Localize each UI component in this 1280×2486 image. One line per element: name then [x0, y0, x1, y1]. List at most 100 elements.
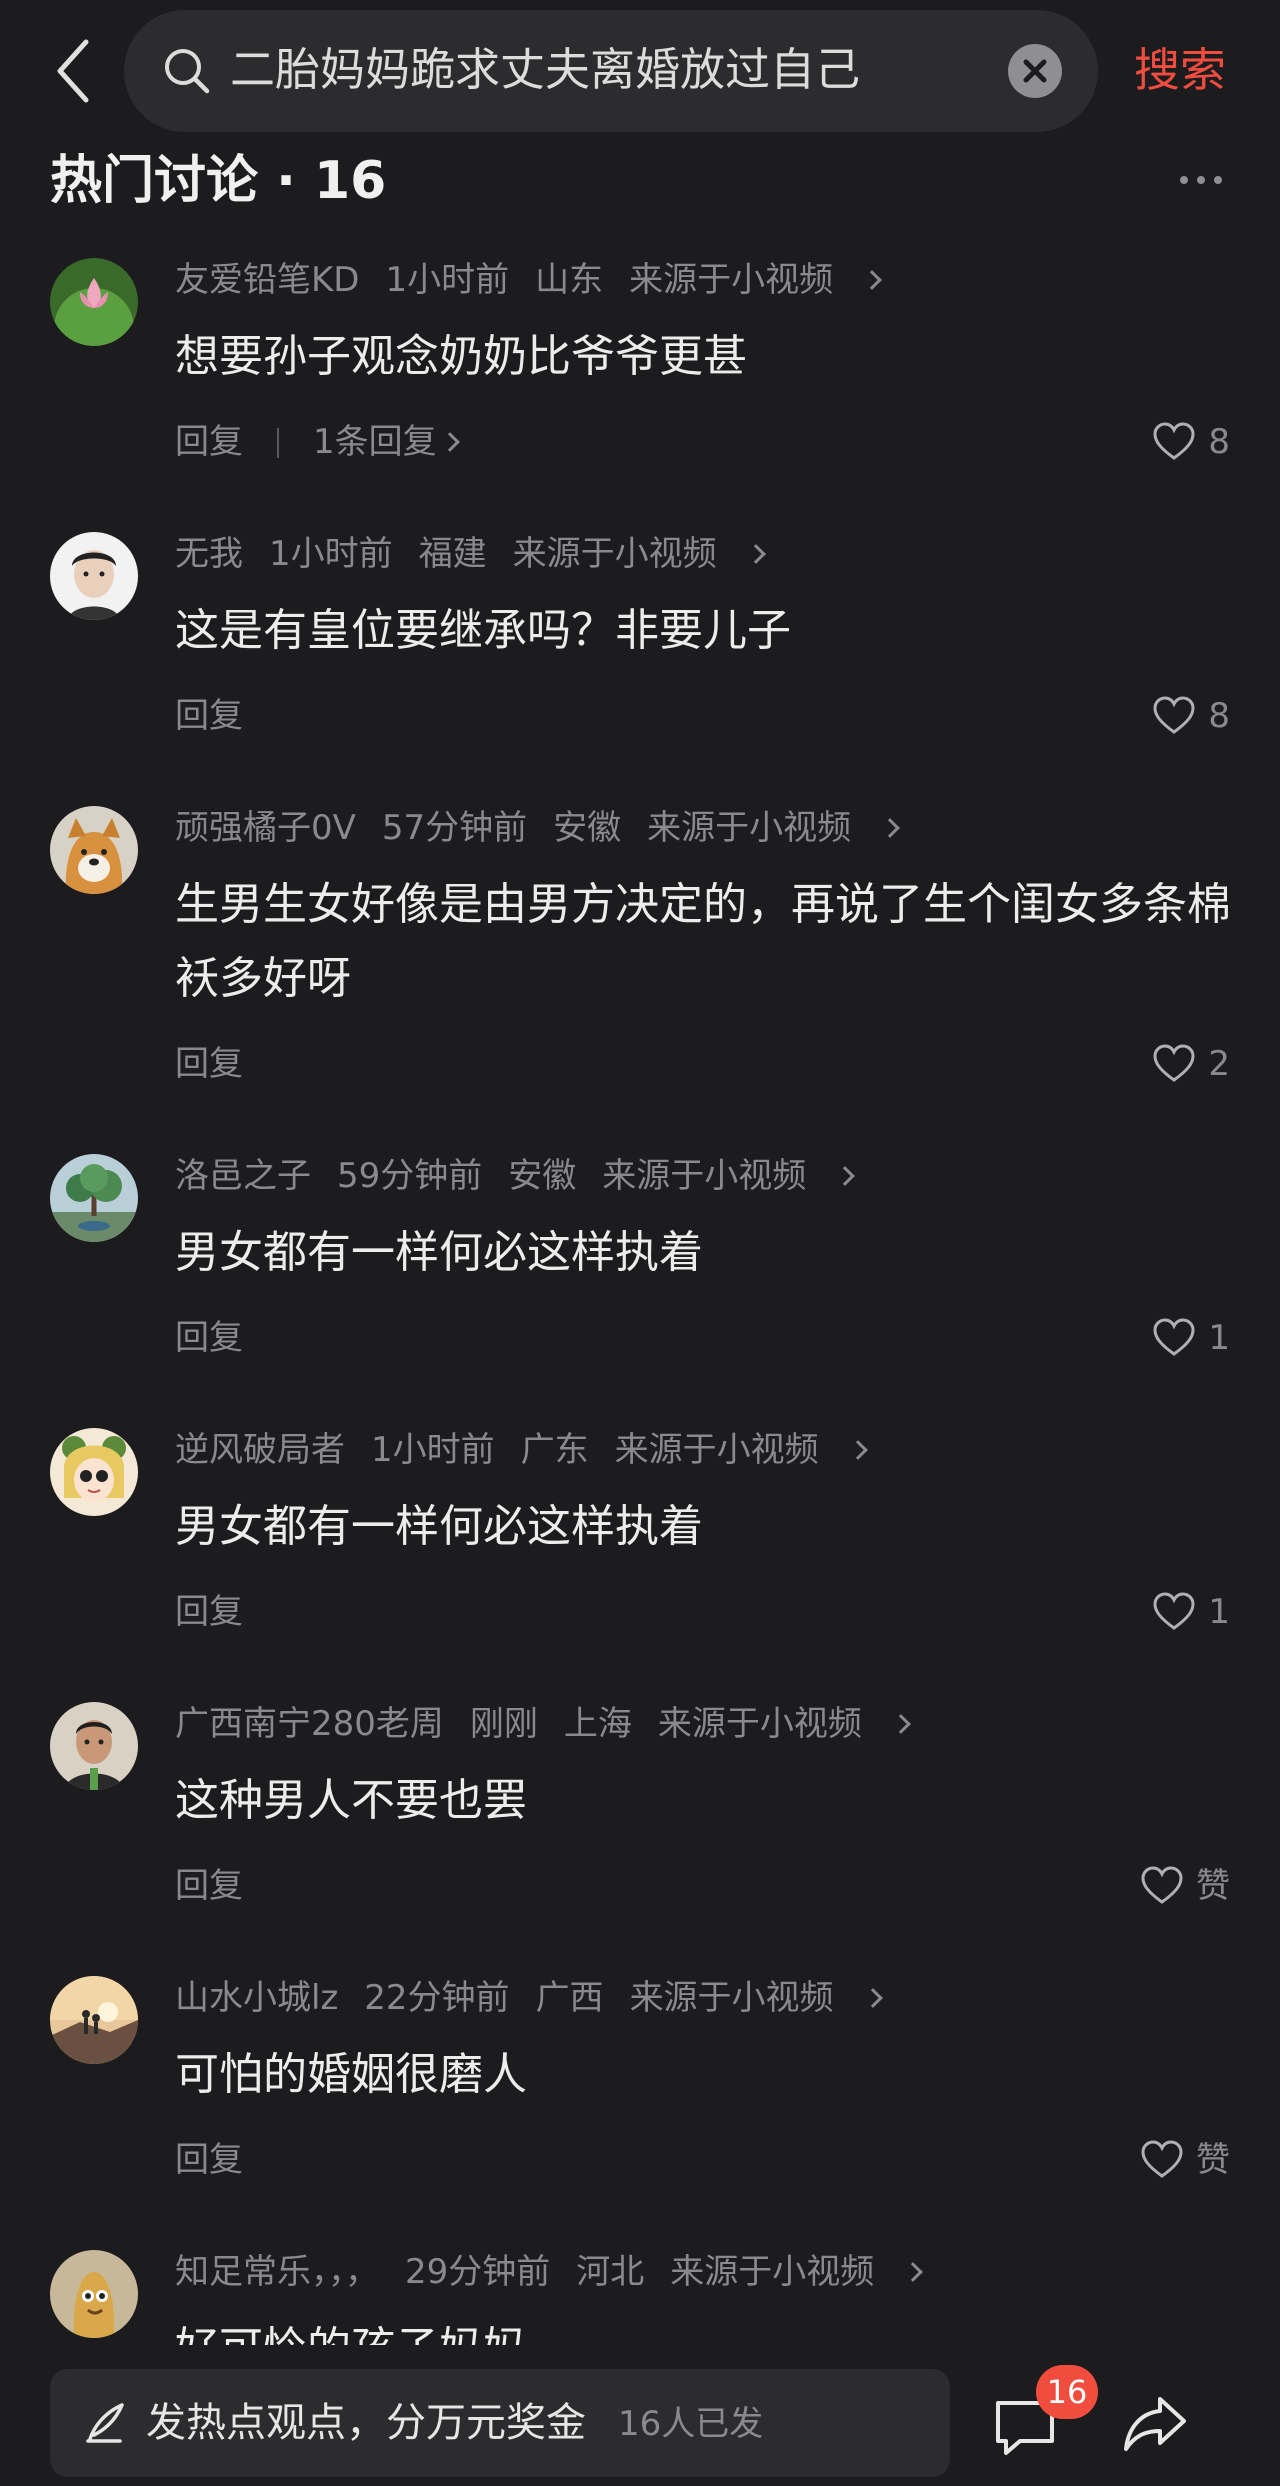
avatar[interactable] [50, 1154, 138, 1242]
divider [277, 428, 279, 458]
like-button[interactable]: 8 [1152, 418, 1230, 466]
comment-username[interactable]: 洛邑之子 [175, 1156, 311, 1196]
view-replies-link[interactable]: 1条回复 [313, 422, 460, 462]
avatar[interactable] [50, 258, 138, 346]
comment-text: 想要孙子观念奶奶比爷爷更甚 [175, 331, 747, 382]
comment-source-link[interactable]: 来源于小视频 [630, 1978, 883, 2018]
chevron-right-icon [835, 1166, 856, 1186]
comment-time: 1小时前 [385, 260, 510, 300]
like-count: 1 [1208, 1592, 1230, 1632]
comment-source-link[interactable]: 来源于小视频 [513, 534, 766, 574]
comment-location: 安徽 [508, 1156, 577, 1196]
comment-username[interactable]: 无我 [175, 534, 243, 574]
comment-time: 57分钟前 [381, 808, 528, 848]
comment-username[interactable]: 友爱铅笔KD [175, 260, 359, 300]
comment-item: 顽强橘子0V 57分钟前 安徽 来源于小视频 生男生女好像是由男方决定的，再说了生个闺… [0, 788, 1280, 1136]
comment-list: 友爱铅笔KD 1小时前 山东 来源于小视频 想要孙子观念奶奶比爷爷更甚 回复 1条回复 … [0, 240, 1280, 2345]
like-button[interactable]: 赞 [1140, 1862, 1230, 1910]
like-count: 8 [1208, 422, 1230, 462]
comment-location: 福建 [418, 534, 487, 574]
comment-username[interactable]: 广西南宁280老周 [175, 1704, 444, 1744]
chevron-right-icon [862, 270, 883, 290]
comment-source-link[interactable]: 来源于小视频 [658, 1704, 911, 1744]
like-button[interactable]: 2 [1152, 1040, 1230, 1088]
comment-text: 可怕的婚姻很磨人 [175, 2049, 527, 2100]
chevron-right-icon [891, 1714, 911, 1734]
reply-button[interactable]: 回复 [175, 1318, 243, 1358]
comment-meta: 洛邑之子 59分钟前 安徽 来源于小视频 [175, 1152, 856, 1200]
like-button[interactable]: 8 [1152, 692, 1230, 740]
comment-location: 上海 [563, 1704, 632, 1744]
reply-button[interactable]: 回复 [175, 1592, 243, 1632]
reply-button[interactable]: 回复 [175, 696, 243, 736]
avatar[interactable] [50, 1428, 138, 1516]
chevron-right-icon [903, 2262, 924, 2282]
comment-text: 生男生女好像是由男方决定的，再说了生个闺女多条棉袄多好呀 [175, 879, 1231, 1004]
avatar[interactable] [50, 1976, 138, 2064]
comment-actions: 回复 [175, 2136, 243, 2184]
comment-meta: 知足常乐，，， 29分钟前 河北 来源于小视频 [175, 2248, 924, 2296]
search-icon [162, 46, 212, 96]
comment-location: 河北 [576, 2252, 645, 2292]
comment-source-link[interactable]: 来源于小视频 [629, 260, 883, 300]
comment-item: 知足常乐，，， 29分钟前河北来源于小视频 好可怜的孩子妈妈 [0, 2232, 1280, 2345]
comment-username[interactable]: 逆风破局者 [175, 1430, 345, 1470]
chevron-right-icon [745, 544, 766, 564]
comment-composer[interactable]: 发热点观点，分万元奖金 16人已发 [50, 2369, 950, 2477]
pen-icon [80, 2397, 130, 2447]
comment-location: 安徽 [553, 808, 622, 848]
search-input[interactable]: 二胎妈妈跪求丈夫离婚放过自己 [230, 40, 860, 100]
heart-icon [1153, 695, 1195, 734]
like-count: 1 [1208, 1318, 1230, 1358]
heart-icon [1141, 2139, 1183, 2178]
comment-meta: 逆风破局者 1小时前 广东 来源于小视频 [175, 1426, 868, 1474]
comment-item: 无我 1小时前 福建 来源于小视频 这是有皇位要继承吗？非要儿子 回复 8 [0, 514, 1280, 788]
like-count: 赞 [1196, 2140, 1230, 2180]
like-count: 赞 [1196, 1866, 1230, 1906]
comment-actions: 回复 [175, 692, 243, 740]
comment-source-link[interactable]: 来源于小视频 [647, 808, 901, 848]
comment-text: 男女都有一样何必这样执着 [175, 1501, 703, 1552]
clear-search-button[interactable] [1008, 44, 1062, 98]
comment-text: 这是有皇位要继承吗？非要儿子 [175, 605, 791, 656]
avatar[interactable] [50, 2250, 138, 2338]
comment-location: 广西 [535, 1978, 604, 2018]
comment-count-badge: 16 [1036, 2365, 1098, 2419]
reply-button[interactable]: 回复 [175, 422, 243, 462]
comment-source-link[interactable]: 来源于小视频 [602, 1156, 856, 1196]
like-button[interactable]: 1 [1152, 1314, 1230, 1362]
bottom-bar: 发热点观点，分万元奖金 16人已发 16 [0, 2345, 1280, 2486]
comment-meta: 无我 1小时前 福建 来源于小视频 [175, 530, 766, 578]
avatar[interactable] [50, 806, 138, 894]
comment-username[interactable]: 山水小城lz [175, 1978, 338, 2018]
comment-username[interactable]: 顽强橘子0V [175, 808, 356, 848]
like-button[interactable]: 1 [1152, 1588, 1230, 1636]
like-button[interactable]: 赞 [1140, 2136, 1230, 2184]
search-bar[interactable]: 二胎妈妈跪求丈夫离婚放过自己 [124, 10, 1098, 132]
comment-actions: 回复 [175, 1588, 243, 1636]
chevron-right-icon [847, 1440, 868, 1460]
comment-text: 这种男人不要也罢 [175, 1775, 527, 1826]
reply-button[interactable]: 回复 [175, 1044, 243, 1084]
reply-button[interactable]: 回复 [175, 1866, 243, 1906]
comment-actions: 回复 [175, 1040, 243, 1088]
avatar[interactable] [50, 532, 138, 620]
comment-meta: 广西南宁280老周 刚刚 上海 来源于小视频 [175, 1700, 911, 1748]
back-icon[interactable] [50, 36, 100, 106]
top-bar: 二胎妈妈跪求丈夫离婚放过自己 搜索 [0, 0, 1280, 140]
comment-source-link[interactable]: 来源于小视频 [670, 2252, 924, 2292]
comment-username[interactable]: 知足常乐，，， [175, 2252, 379, 2292]
reply-button[interactable]: 回复 [175, 2140, 243, 2180]
comment-meta: 友爱铅笔KD 1小时前 山东 来源于小视频 [175, 256, 883, 304]
comment-item: 广西南宁280老周 刚刚 上海 来源于小视频 这种男人不要也罢 回复 赞 [0, 1684, 1280, 1958]
heart-icon [1153, 1591, 1195, 1630]
close-icon [1023, 59, 1047, 83]
composer-placeholder: 发热点观点，分万元奖金 [146, 2400, 586, 2446]
search-button[interactable]: 搜索 [1134, 38, 1226, 102]
more-dots-icon[interactable] [1180, 170, 1230, 190]
heart-icon [1141, 1865, 1183, 1904]
share-arrow-icon[interactable] [1120, 2389, 1190, 2455]
comment-source-link[interactable]: 来源于小视频 [615, 1430, 868, 1470]
avatar[interactable] [50, 1702, 138, 1790]
heart-icon [1153, 1317, 1195, 1356]
